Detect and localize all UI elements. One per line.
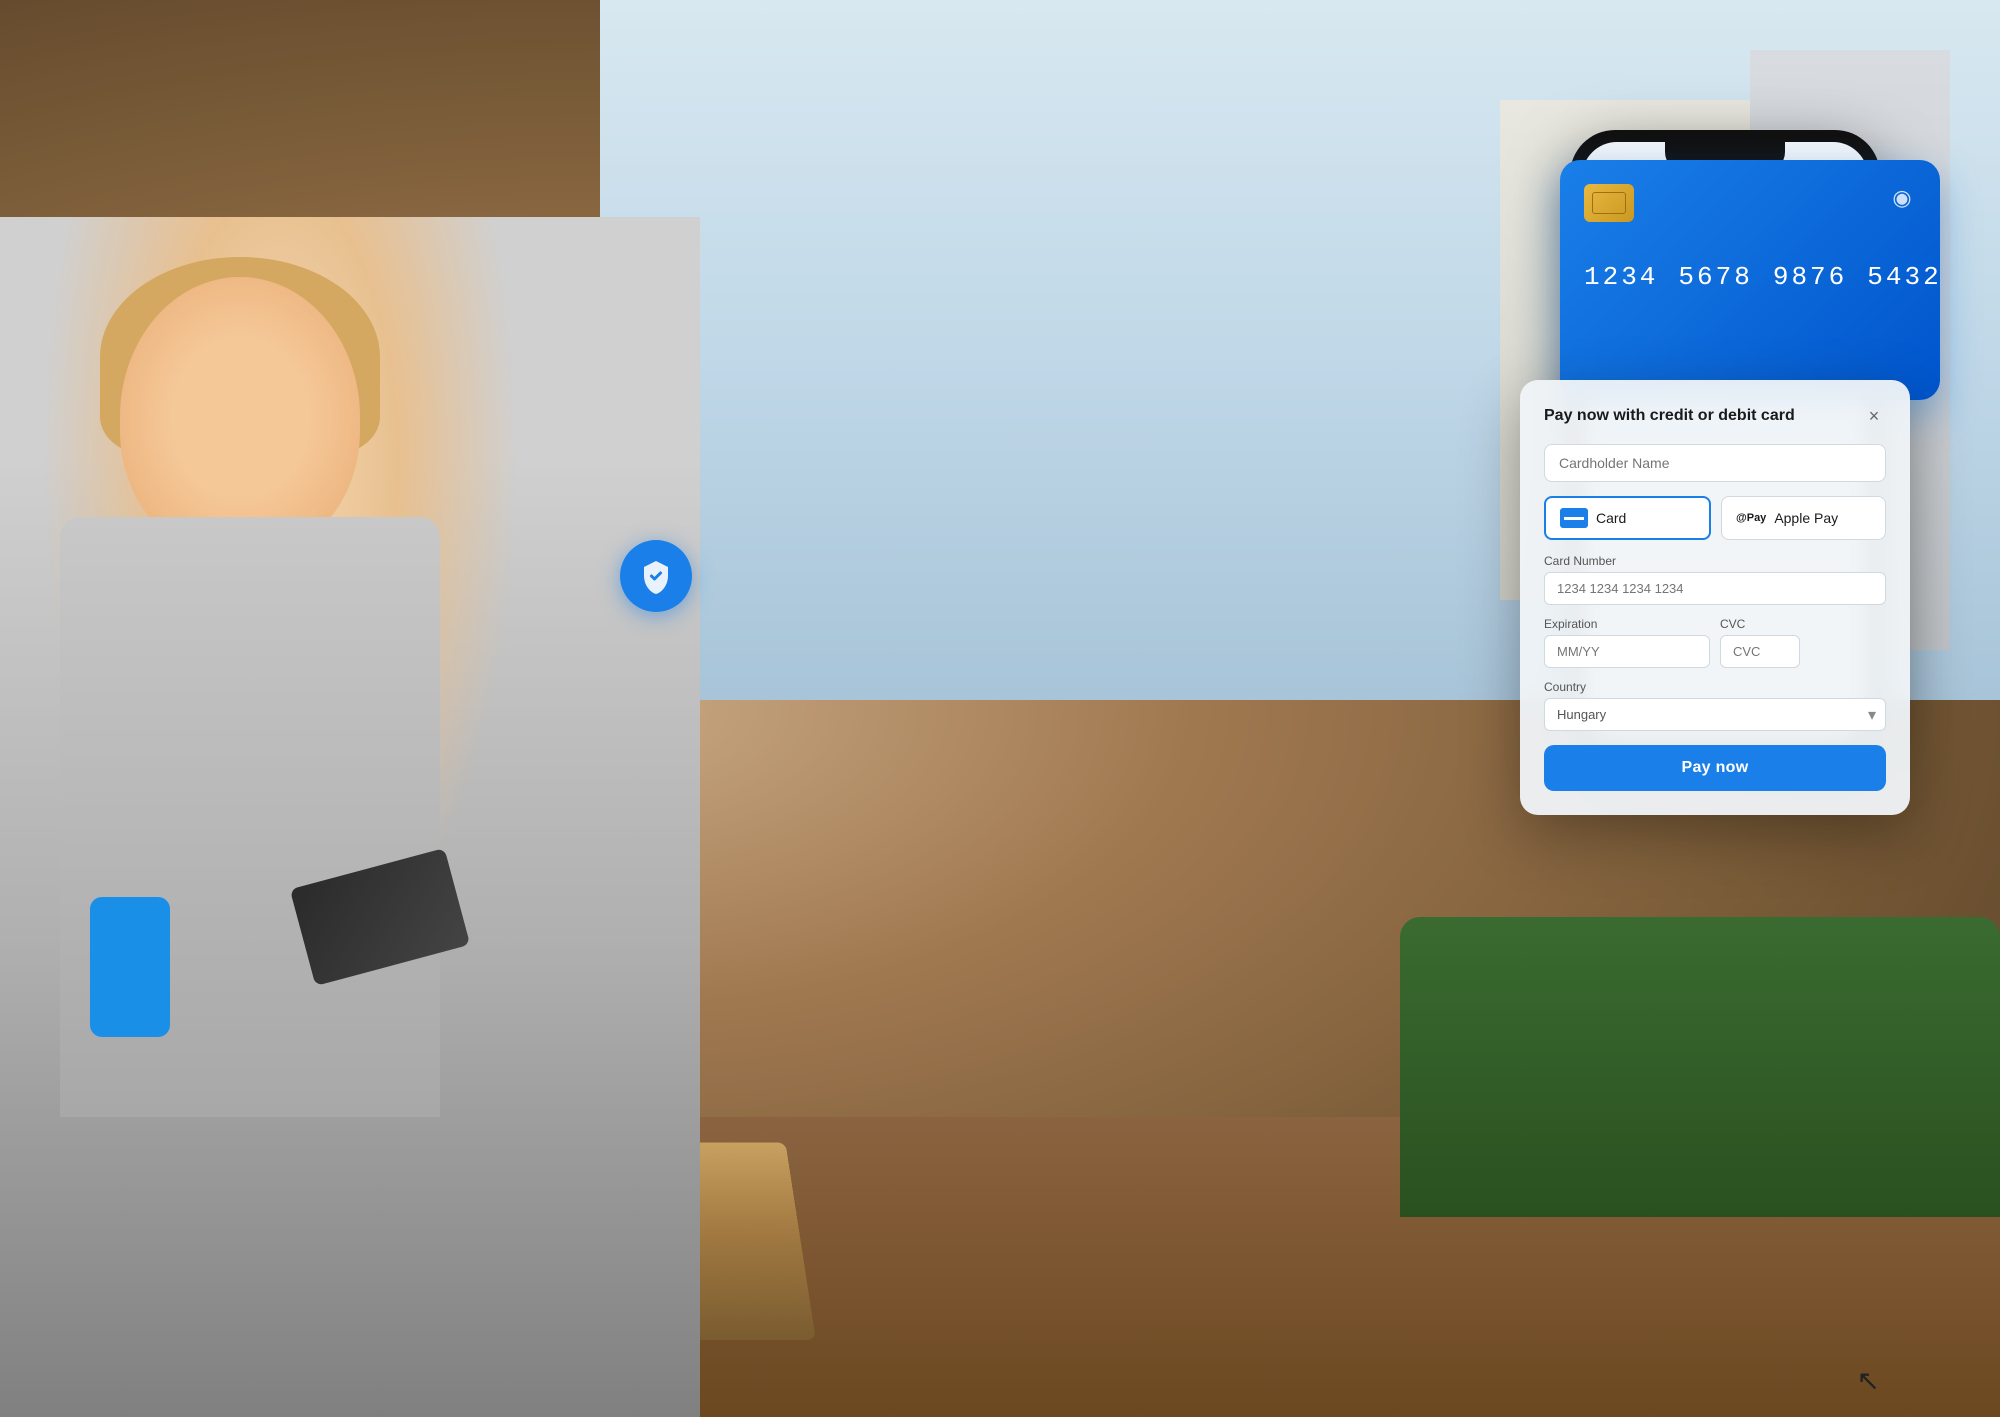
security-badge — [620, 540, 692, 612]
person-phone — [90, 897, 170, 1037]
expiration-field-group: Expiration — [1544, 617, 1710, 668]
expiration-label: Expiration — [1544, 617, 1710, 631]
person-silhouette — [0, 217, 700, 1417]
background-greenery — [1400, 917, 2000, 1217]
card-number-group1: 1234 — [1584, 262, 1658, 292]
cvc-label: CVC — [1720, 617, 1800, 631]
tab-card-button[interactable]: Card — [1544, 496, 1711, 540]
shield-icon — [638, 558, 674, 594]
card-number-group4: 5432 — [1867, 262, 1941, 292]
card-number-field-group: Card Number — [1544, 554, 1886, 605]
tab-applepay-button[interactable]: @Pay Apple Pay — [1721, 496, 1886, 540]
applepay-icon: @Pay — [1736, 512, 1766, 524]
country-select[interactable]: Hungary United States United Kingdom Ger… — [1544, 698, 1886, 731]
card-number-group2: 5678 — [1678, 262, 1752, 292]
card-number-group3: 9876 — [1773, 262, 1847, 292]
credit-card-visual: 1234 5678 9876 5432 — [1560, 160, 1940, 400]
modal-title: Pay now with credit or debit card — [1544, 407, 1795, 425]
person-card — [290, 848, 470, 986]
expiration-input[interactable] — [1544, 635, 1710, 668]
card-number-input[interactable] — [1544, 572, 1886, 605]
cvc-input[interactable] — [1720, 635, 1800, 668]
modal-header: Pay now with credit or debit card × — [1544, 404, 1886, 428]
modal-close-button[interactable]: × — [1862, 404, 1886, 428]
country-label: Country — [1544, 680, 1886, 694]
cardholder-name-input[interactable] — [1544, 444, 1886, 482]
card-number-label: Card Number — [1544, 554, 1886, 568]
tab-applepay-label: Apple Pay — [1774, 510, 1838, 526]
card-nfc-icon — [1888, 184, 1916, 212]
country-field-group: Country Hungary United States United Kin… — [1544, 680, 1886, 731]
payment-tabs: Card @Pay Apple Pay — [1544, 496, 1886, 540]
cvc-field-group: CVC — [1720, 617, 1800, 668]
tab-card-label: Card — [1596, 510, 1626, 526]
card-number: 1234 5678 9876 5432 — [1584, 262, 1916, 292]
card-tab-icon — [1560, 508, 1588, 528]
person-head — [120, 277, 360, 557]
card-chip-icon — [1584, 184, 1634, 222]
country-wrapper: Hungary United States United Kingdom Ger… — [1544, 698, 1886, 731]
person-body — [60, 517, 440, 1117]
expiry-cvc-row: Expiration CVC — [1544, 617, 1886, 668]
payment-modal: Pay now with credit or debit card × Card… — [1520, 380, 1910, 815]
pay-now-button[interactable]: Pay now — [1544, 745, 1886, 791]
